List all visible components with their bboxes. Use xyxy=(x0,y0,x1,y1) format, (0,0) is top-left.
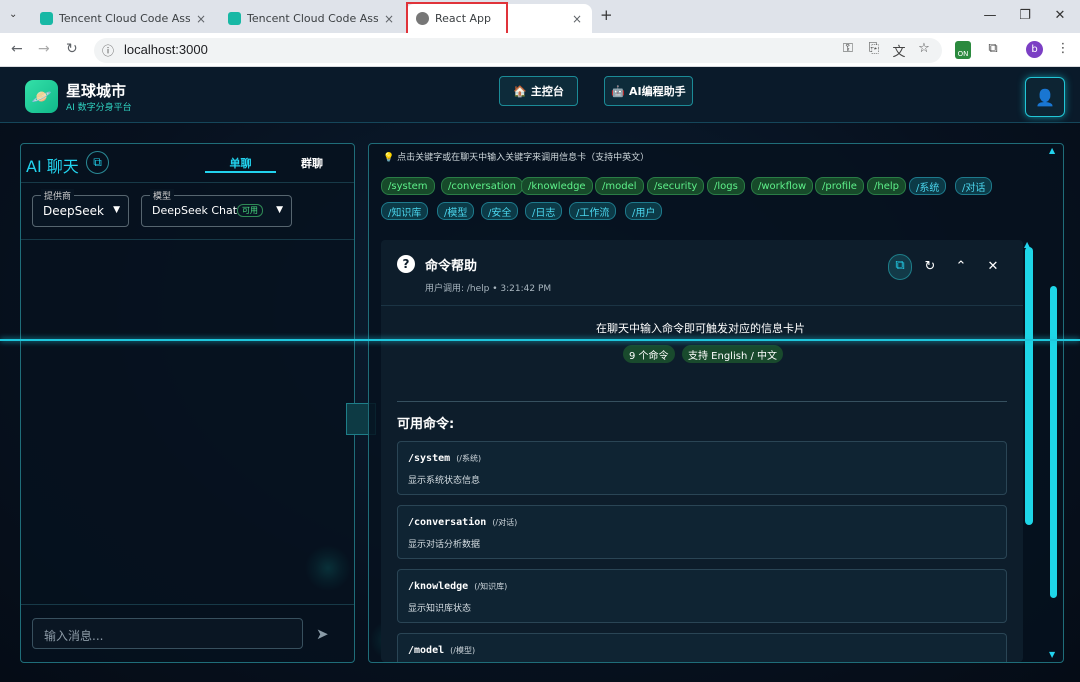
collapse-chevron-up-icon[interactable]: ⌃ xyxy=(950,256,972,278)
brand-title: 星球城市 xyxy=(66,82,127,100)
panel-scrollbar[interactable] xyxy=(1050,286,1057,598)
extension-icon[interactable]: ON xyxy=(955,41,971,59)
keyword-chip[interactable]: /conversation xyxy=(441,177,523,195)
dashboard-button[interactable]: 🏠 主控台 xyxy=(499,76,578,106)
restore-icon[interactable]: ❐ xyxy=(1015,8,1035,23)
divider xyxy=(21,182,354,183)
card-subtitle: 用户调用: /help • 3:21:42 PM xyxy=(425,284,552,294)
site-info-icon[interactable]: ⓘ xyxy=(102,42,114,59)
tab-group-chat[interactable]: 群聊 xyxy=(278,155,346,171)
keyword-chip[interactable]: /system xyxy=(381,177,435,195)
keyword-chip[interactable]: /workflow xyxy=(751,177,814,195)
divider xyxy=(21,239,354,240)
open-external-icon[interactable]: ⧉ xyxy=(86,151,109,174)
tab-search-icon[interactable]: ⌄ xyxy=(9,9,17,20)
language-support-pill: 支持 English / 中文 xyxy=(682,345,784,363)
divider xyxy=(381,305,1023,306)
command-item[interactable]: /model (/模型) xyxy=(397,633,1007,662)
keyword-hint: 💡 点击关键字或在聊天中输入关键字来调用信息卡（支持中英文） xyxy=(383,153,650,163)
keyword-chip[interactable]: /对话 xyxy=(955,177,993,195)
browser-tab-2[interactable]: Tencent Cloud Code Assistan × xyxy=(218,4,404,33)
provider-select[interactable]: 提供商 DeepSeek ▼ xyxy=(32,189,129,227)
lightbulb-icon: 💡 xyxy=(383,153,395,163)
keyword-chip[interactable]: /knowledge xyxy=(521,177,593,195)
status-badge: 可用 xyxy=(237,204,263,217)
chat-title: AI 聊天 xyxy=(26,157,79,176)
message-input-placeholder: 输入消息... xyxy=(44,629,104,643)
card-lead-text: 在聊天中输入命令即可触发对应的信息卡片 xyxy=(596,322,805,335)
provider-label: 提供商 xyxy=(41,189,75,202)
model-select[interactable]: 模型 DeepSeek Chat ▼ xyxy=(141,189,292,227)
tencent-cloud-icon xyxy=(228,12,241,25)
provider-value: DeepSeek xyxy=(43,204,104,218)
window-close-icon[interactable]: ✕ xyxy=(1050,8,1070,23)
scan-line xyxy=(0,339,1080,341)
model-value: DeepSeek Chat xyxy=(152,204,238,217)
command-item[interactable]: /knowledge (/知识库) 显示知识库状态 xyxy=(397,569,1007,623)
forward-icon[interactable]: → xyxy=(38,41,50,57)
command-item[interactable]: /conversation (/对话) 显示对话分析数据 xyxy=(397,505,1007,559)
divider xyxy=(21,604,354,605)
translate-icon[interactable]: 文 xyxy=(890,41,908,60)
keyword-chip[interactable]: /logs xyxy=(707,177,745,195)
card-title: 命令帮助 xyxy=(425,259,478,274)
refresh-icon[interactable]: ↻ xyxy=(919,256,941,278)
scroll-down-icon[interactable]: ▼ xyxy=(1049,650,1055,659)
extensions-puzzle-icon[interactable]: ⧉ xyxy=(984,41,1002,56)
open-external-icon[interactable]: ⧉ xyxy=(888,254,912,280)
keyword-chip[interactable]: /模型 xyxy=(437,202,475,220)
user-profile-button[interactable]: 👤 xyxy=(1025,77,1065,117)
keyword-chip[interactable]: /系统 xyxy=(909,177,947,195)
commands-section-title: 可用命令: xyxy=(397,417,455,432)
planet-logo-icon: 🪐 xyxy=(25,80,58,113)
question-icon: ? xyxy=(397,255,415,273)
profile-avatar[interactable]: b xyxy=(1026,41,1043,58)
keyword-chip[interactable]: /知识库 xyxy=(381,202,429,220)
keyword-chip[interactable]: /help xyxy=(867,177,906,195)
install-app-icon[interactable]: ⎘ xyxy=(865,41,883,56)
command-count-pill: 9 个命令 xyxy=(623,345,675,363)
close-icon[interactable]: × xyxy=(572,12,582,26)
chevron-down-icon: ▼ xyxy=(276,205,283,215)
command-item[interactable]: /system (/系统) 显示系统状态信息 xyxy=(397,441,1007,495)
keyword-chip[interactable]: /日志 xyxy=(525,202,563,220)
new-tab-button[interactable]: + xyxy=(600,6,613,24)
back-icon[interactable]: ← xyxy=(11,41,23,57)
keyword-chip[interactable]: /profile xyxy=(815,177,864,195)
ai-coding-assistant-button[interactable]: 🤖 AI编程助手 xyxy=(604,76,693,106)
password-key-icon[interactable]: ⚿ xyxy=(839,41,857,56)
home-icon: 🏠 xyxy=(513,84,527,98)
user-icon: 👤 xyxy=(1035,87,1055,107)
keyword-chip[interactable]: /工作流 xyxy=(569,202,617,220)
address-bar[interactable] xyxy=(94,38,942,63)
card-scrollbar[interactable] xyxy=(1025,247,1033,525)
active-tab-indicator xyxy=(205,171,276,173)
robot-icon: 🤖 xyxy=(611,84,626,98)
keyword-chip[interactable]: /用户 xyxy=(625,202,663,220)
url-text[interactable]: localhost:3000 xyxy=(124,42,208,57)
menu-dots-icon[interactable]: ⋮ xyxy=(1054,41,1072,56)
scroll-up-icon[interactable]: ▲ xyxy=(1049,146,1055,155)
minimize-icon[interactable]: — xyxy=(980,8,1000,23)
browser-tab-1[interactable]: Tencent Cloud Code Assistan × xyxy=(30,4,216,33)
brand-subtitle: AI 数字分身平台 xyxy=(66,103,132,113)
keyword-chip[interactable]: /安全 xyxy=(481,202,519,220)
close-icon[interactable]: × xyxy=(384,12,394,26)
reload-icon[interactable]: ↻ xyxy=(66,41,78,57)
chevron-down-icon: ▼ xyxy=(113,205,120,215)
close-icon[interactable]: × xyxy=(196,12,206,26)
send-icon[interactable]: ➤ xyxy=(316,625,329,643)
bookmark-star-icon[interactable]: ☆ xyxy=(915,41,933,56)
model-label: 模型 xyxy=(150,189,175,202)
tencent-cloud-icon xyxy=(40,12,53,25)
keyword-chip[interactable]: /model xyxy=(595,177,644,195)
divider xyxy=(397,401,1007,402)
close-icon[interactable]: ✕ xyxy=(982,256,1004,278)
keyword-chip[interactable]: /security xyxy=(647,177,705,195)
tab-single-chat[interactable]: 单聊 xyxy=(205,155,276,171)
